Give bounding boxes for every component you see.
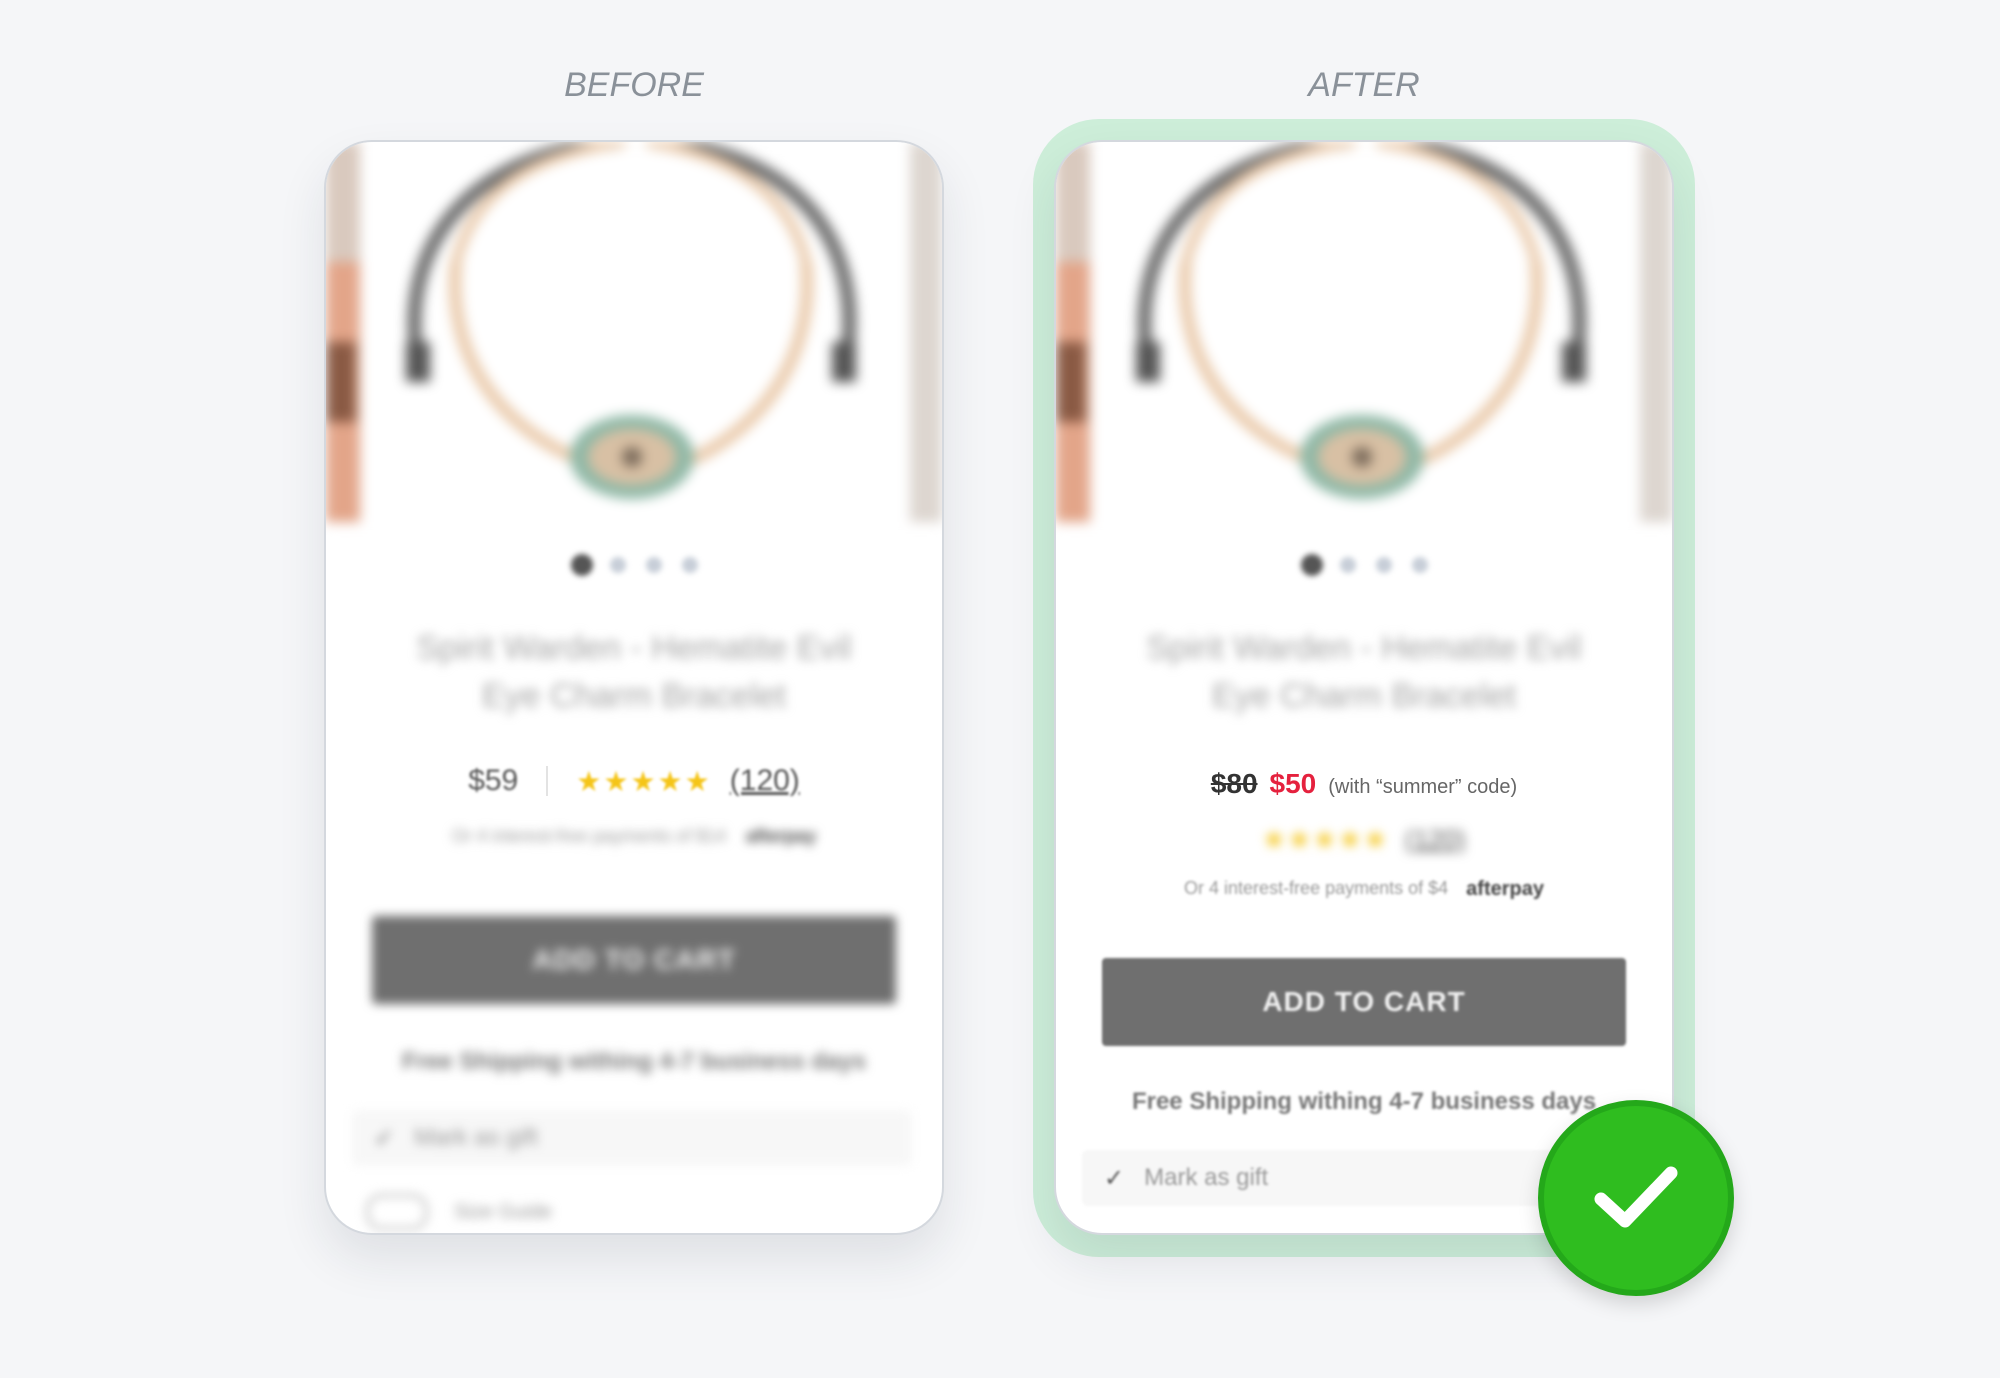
reviews-link[interactable]: (120)	[1405, 824, 1466, 855]
shipping-note: Free Shipping withing 4-7 business days	[401, 1048, 867, 1075]
carousel-dots[interactable]	[1056, 550, 1672, 580]
add-to-cart-button[interactable]: ADD TO CART	[372, 916, 896, 1004]
rating-stars-icon: ★★★★★	[576, 765, 712, 797]
afterpay-text: Or 4 interest-free payments of $14	[451, 826, 727, 846]
success-check-icon	[1538, 1100, 1734, 1296]
product-image[interactable]	[1056, 142, 1672, 542]
afterpay-logo: afterpay	[746, 826, 817, 846]
checkmark-icon: ✓	[1104, 1164, 1125, 1192]
before-product-card: Spirit Warden - Hematite Evil Eye Charm …	[324, 140, 944, 1235]
rating-stars-icon: ★★★★★	[1262, 824, 1389, 854]
product-title: Spirit Warden - Hematite Evil Eye Charm …	[416, 629, 852, 715]
price-row: $80 $50 (with “summer” code)	[1056, 768, 1672, 800]
checkmark-icon: ✓	[374, 1124, 395, 1152]
afterpay-line: Or 4 interest-free payments of $14 after…	[326, 826, 942, 847]
add-to-cart-button[interactable]: ADD TO CART	[1102, 958, 1626, 1046]
sale-price: $50	[1269, 768, 1317, 799]
afterpay-logo: afterpay	[1466, 878, 1544, 900]
afterpay-text: Or 4 interest-free payments of $4	[1184, 878, 1449, 898]
rating-row: ★★★★★ (120)	[1056, 824, 1672, 855]
before-label: BEFORE	[564, 66, 704, 104]
gift-label: Mark as gift	[1144, 1164, 1269, 1191]
product-image[interactable]	[326, 142, 942, 542]
carousel-dots[interactable]	[326, 550, 942, 580]
ruler-icon	[366, 1194, 428, 1230]
price: $59	[468, 764, 519, 797]
product-title: Spirit Warden - Hematite Evil Eye Charm …	[1146, 629, 1582, 715]
size-guide-label: Size Guide	[454, 1200, 552, 1223]
gift-checkbox-row[interactable]: ✓ Mark as gift	[352, 1110, 912, 1166]
reviews-link[interactable]: (120)	[730, 764, 800, 798]
shipping-note: Free Shipping withing 4-7 business days	[1131, 1088, 1597, 1115]
promo-note: (with “summer” code)	[1328, 776, 1518, 798]
after-label: AFTER	[1308, 66, 1420, 104]
price-rating-row: $59 ★★★★★ (120)	[326, 764, 942, 798]
divider	[546, 766, 549, 796]
old-price: $80	[1210, 768, 1258, 799]
after-product-card: Spirit Warden - Hematite Evil Eye Charm …	[1054, 140, 1674, 1235]
afterpay-line: Or 4 interest-free payments of $4 afterp…	[1056, 878, 1672, 901]
checkmark-icon	[1594, 1166, 1678, 1228]
size-guide-row[interactable]: Size Guide	[366, 1194, 552, 1230]
gift-label: Mark as gift	[414, 1124, 539, 1151]
